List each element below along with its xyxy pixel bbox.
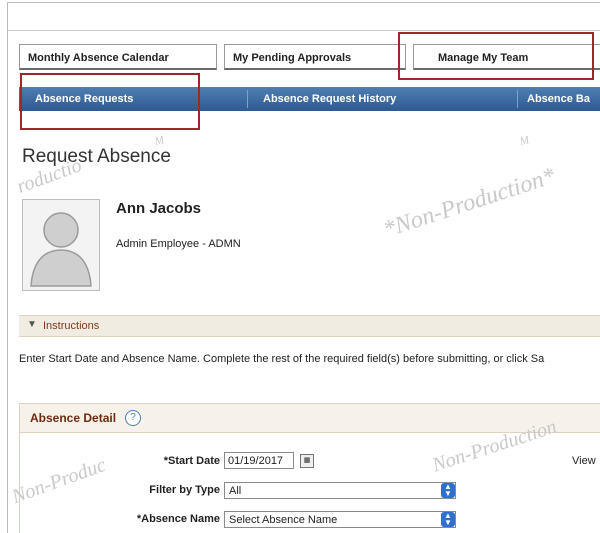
tab-monthly-absence-calendar[interactable]: Monthly Absence Calendar	[19, 44, 217, 70]
instructions-text: Enter Start Date and Absence Name. Compl…	[19, 353, 545, 365]
select-arrows-icon[interactable]: ▲ ▼	[441, 512, 455, 527]
absence-detail-title: Absence Detail	[30, 411, 117, 425]
window-top-border	[7, 2, 600, 3]
nav-absence-balances[interactable]: Absence Ba	[527, 93, 590, 105]
calendar-icon[interactable]: ▦	[300, 454, 314, 468]
help-icon[interactable]: ?	[125, 410, 141, 426]
page-title: Request Absence	[22, 146, 171, 167]
tab-manage-my-team[interactable]: Manage My Team	[413, 44, 600, 70]
instructions-toggle[interactable]: ▼ Instructions	[19, 315, 600, 337]
expand-arrow-icon: ▼	[27, 319, 37, 330]
start-date-input[interactable]: 01/19/2017	[224, 452, 294, 469]
watermark: M	[518, 134, 531, 148]
nav-separator	[247, 90, 248, 108]
nav-separator	[517, 90, 518, 108]
absence-name-label: *Absence Name	[136, 513, 220, 525]
absence-detail-header: Absence Detail ?	[19, 403, 600, 433]
filter-by-type-label: Filter by Type	[149, 484, 220, 496]
start-date-label: *Start Date	[163, 455, 220, 467]
employee-name: Ann Jacobs	[116, 200, 202, 217]
employee-title: Admin Employee - ADMN	[116, 238, 241, 250]
person-silhouette-icon	[30, 212, 92, 287]
nav-absence-requests[interactable]: Absence Requests	[35, 93, 133, 105]
filter-by-type-select[interactable]: All	[224, 482, 456, 499]
instructions-label: Instructions	[43, 320, 100, 332]
nav-absence-request-history[interactable]: Absence Request History	[263, 93, 396, 105]
select-arrows-icon[interactable]: ▲ ▼	[441, 483, 455, 498]
tab-my-pending-approvals[interactable]: My Pending Approvals	[224, 44, 406, 70]
absence-nav-bar: Absence Requests Absence Request History…	[19, 87, 600, 111]
avatar	[22, 199, 100, 291]
view-link[interactable]: View	[572, 455, 596, 467]
absence-name-select[interactable]: Select Absence Name	[224, 511, 456, 528]
top-tab-bar: Monthly Absence Calendar My Pending Appr…	[19, 44, 600, 72]
header-divider	[7, 30, 600, 31]
window-left-border	[7, 2, 8, 533]
watermark: *Non-Production*	[380, 162, 559, 244]
